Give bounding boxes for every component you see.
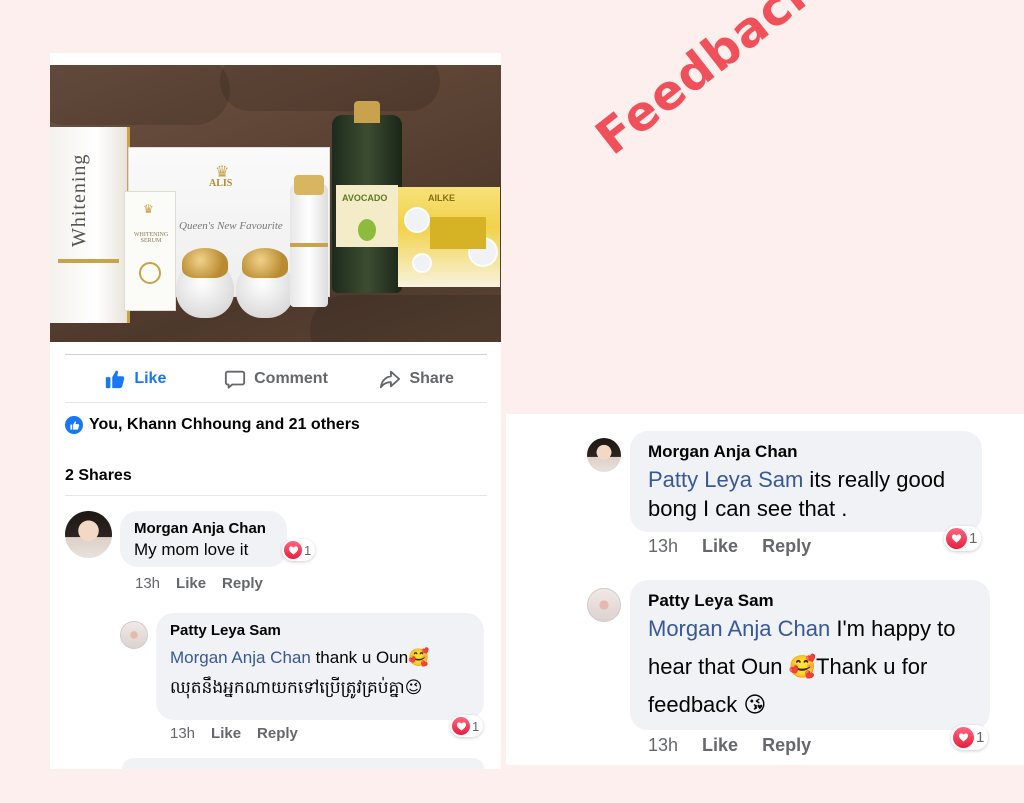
soap-box: AILKE [398,187,500,287]
comment-meta: 13h Like Reply [135,575,263,592]
whitening-box: Whitening [50,127,130,323]
share-label: Share [409,369,454,387]
share-icon [380,370,401,388]
thumbs-up-icon [106,370,125,388]
comment-meta: 13h Like Reply [648,536,811,557]
divider [65,495,487,496]
comment-meta: 13h Like Reply [170,725,298,742]
serum-label: WHITENING SERUM [133,232,169,244]
like-label: Like [134,369,167,387]
comment-bubble: Patty Leya Sam Morgan Anja Chan I'm happ… [630,580,990,730]
comment-bubble: Patty Leya Sam Morgan Anja Chan thank u … [156,613,484,720]
avatar[interactable] [587,588,621,622]
comment-text: I'm happy to [830,616,956,641]
heart-icon [946,528,967,549]
avocado-icon [358,219,376,241]
gift-box-brand: ALIS [209,178,233,189]
crown-icon: ♛ [143,202,154,216]
comment-like-button[interactable]: Like [702,536,738,557]
pump-bottle [290,175,328,307]
comment-like-button[interactable]: Like [211,725,241,742]
comment-reaction[interactable]: 1 [282,539,316,561]
comment-like-button[interactable]: Like [702,735,738,756]
avatar[interactable] [120,621,148,649]
post-action-bar: Like Comment Share [65,354,487,403]
comment-reply-button[interactable]: Reply [257,725,298,742]
comment-bubble: Morgan Anja Chan Patty Leya Sam its real… [630,431,982,532]
comment-reply-button[interactable]: Reply [762,536,811,557]
comment-icon [225,370,246,389]
serum-box: ♛ WHITENING SERUM [124,191,176,311]
like-reaction-icon [65,416,83,434]
comment-like-button[interactable]: Like [176,575,206,592]
product-photo[interactable]: Whitening ♛ ALIS Queen's New Favourite ♛… [50,65,501,342]
avocado-bottle: AVOCADO [332,101,402,293]
comment-mention[interactable]: Morgan Anja Chan [648,616,830,641]
cream-jar [236,248,294,318]
comment-button[interactable]: Comment [206,368,347,390]
comment-reaction[interactable]: 1 [944,526,982,551]
avatar[interactable] [587,438,621,472]
reactions-text: You, Khann Chhoung and 21 others [89,416,360,433]
heart-icon [452,717,470,735]
comment-time[interactable]: 13h [135,575,160,592]
shares-count[interactable]: 2 Shares [65,467,132,485]
comment-text: its really good [803,467,946,492]
reaction-count: 1 [472,718,480,734]
comment-text-line2: hear that Oun 🥰Thank u for [648,654,928,679]
seal-icon [139,262,161,284]
whitening-box-label: Whitening [68,153,90,247]
comment-meta: 13h Like Reply [648,735,811,756]
comment-text: thank u Oun🥰 [315,648,430,667]
comment-time[interactable]: 13h [648,536,678,557]
gift-box-script: Queen's New Favourite [179,220,283,232]
reaction-count: 1 [304,542,312,558]
comment-bubble: Morgan Anja Chan My mom love it [120,511,287,567]
heart-icon [953,727,974,748]
reaction-count: 1 [969,530,978,547]
post-card: Whitening ♛ ALIS Queen's New Favourite ♛… [50,53,501,769]
reactions-summary[interactable]: You, Khann Chhoung and 21 others [65,416,360,434]
comment-author[interactable]: Morgan Anja Chan [134,520,273,537]
soap-label: AILKE [428,193,455,203]
comment-text-line2: ឈុតនឹងអ្នកណាយកទៅប្រើត្រូវគ្រប់គ្នា😉 [170,678,423,697]
bottle-label: AVOCADO [342,193,388,203]
comment-label: Comment [254,369,328,387]
comment-time[interactable]: 13h [170,725,195,742]
comment-mention[interactable]: Patty Leya Sam [648,467,803,492]
share-button[interactable]: Share [346,368,487,390]
cream-jar [176,248,234,318]
comment-author[interactable]: Patty Leya Sam [648,591,972,611]
comment-mention[interactable]: Morgan Anja Chan [170,648,311,667]
comment-text-line2: bong I can see that . [648,496,848,521]
feedback-title: Feedback [585,0,830,167]
feedback-panel: Morgan Anja Chan Patty Leya Sam its real… [506,414,1024,765]
comment-reaction[interactable]: 1 [951,725,989,750]
comment-reply-button[interactable]: Reply [762,735,811,756]
comment-author[interactable]: Morgan Anja Chan [648,442,964,462]
comment-author[interactable]: Patty Leya Sam [170,622,470,639]
next-comment-bubble [122,758,484,769]
like-button[interactable]: Like [65,368,206,390]
heart-icon [284,541,302,559]
comment-text-line3: feedback 😘 [648,692,767,717]
comment-text: My mom love it [134,540,249,559]
comment-reaction[interactable]: 1 [450,715,484,737]
comment-time[interactable]: 13h [648,735,678,756]
comment-reply-button[interactable]: Reply [222,575,263,592]
avatar[interactable] [65,511,112,558]
reaction-count: 1 [976,729,985,746]
